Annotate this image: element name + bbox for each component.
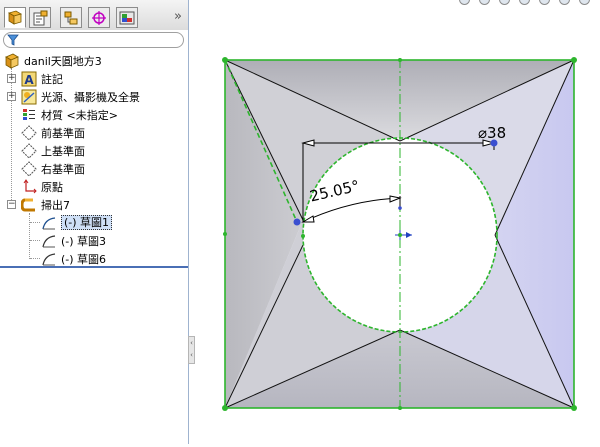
sketch-icon — [41, 251, 57, 267]
tree-subitem-sketch3[interactable]: (-) 草圖3 — [41, 232, 106, 249]
tree-item-label: 原點 — [41, 180, 63, 194]
angle-vertex-point — [398, 206, 402, 210]
dimxpert-icon — [91, 10, 107, 26]
display-manager-icon — [119, 10, 135, 26]
tree-item-label-selected: (-) 草圖1 — [61, 215, 113, 230]
tree-branch — [30, 222, 40, 223]
tree-subitem-sketch1[interactable]: (-) 草圖1 — [41, 214, 113, 231]
tree-branch — [30, 258, 40, 259]
tree-item-lights[interactable]: 光源、攝影機及全景 — [21, 88, 140, 105]
tree-connector-sub — [29, 213, 30, 259]
panel-splitter-handle[interactable]: ‹ ‹ — [188, 336, 195, 364]
tree-item-origin[interactable]: 原點 — [21, 178, 63, 195]
tree-item-front-plane[interactable]: 前基準面 — [21, 124, 85, 141]
tree-item-sweep[interactable]: 掃出7 — [21, 196, 70, 213]
more-tabs-button[interactable]: » — [174, 9, 182, 24]
feature-tree-icon — [7, 10, 23, 26]
tree-item-label: 註記 — [41, 72, 63, 86]
feature-manager-panel: » danil天圓地方3 + A 註記 + 光源、攝影機及全景 材質 <未指定>… — [0, 0, 189, 444]
annotations-icon: A — [21, 71, 37, 87]
tree-item-label: 前基準面 — [41, 126, 85, 140]
tab-feature-manager[interactable] — [4, 7, 26, 28]
diameter-dimension-text[interactable]: ⌀38 — [478, 124, 506, 142]
svg-text:A: A — [24, 73, 34, 87]
tree-subitem-sketch6[interactable]: (-) 草圖6 — [41, 250, 106, 267]
rollback-bar[interactable] — [0, 266, 188, 268]
plane-icon — [21, 160, 37, 177]
tree-item-label: 材質 <未指定> — [41, 108, 118, 122]
tree-item-label: 光源、攝影機及全景 — [41, 90, 140, 104]
tree-item-top-plane[interactable]: 上基準面 — [21, 142, 85, 159]
tree-item-right-plane[interactable]: 右基準面 — [21, 160, 85, 177]
feature-filter-input[interactable] — [3, 32, 184, 48]
tab-property-manager[interactable] — [29, 7, 51, 28]
tab-configuration-manager[interactable] — [60, 7, 82, 28]
expand-annotations-button[interactable]: + — [7, 74, 16, 83]
tree-item-label: (-) 草圖6 — [61, 252, 107, 266]
property-manager-icon — [32, 10, 48, 26]
plane-icon — [21, 142, 37, 159]
tree-root-part[interactable]: danil天圓地方3 — [4, 52, 102, 69]
tree-item-material[interactable]: 材質 <未指定> — [21, 106, 118, 123]
tree-item-label: 右基準面 — [41, 162, 85, 176]
feature-manager-tabs: » — [0, 0, 188, 30]
lights-icon — [21, 89, 37, 105]
material-icon — [21, 107, 37, 123]
angle-handle[interactable] — [293, 218, 301, 226]
part-icon — [4, 53, 20, 69]
tree-connector — [11, 68, 12, 206]
sketch-icon — [41, 215, 57, 231]
tree-item-label: 上基準面 — [41, 144, 85, 158]
expand-lights-button[interactable]: + — [7, 92, 16, 101]
tree-root-label: danil天圓地方3 — [24, 54, 102, 68]
model-view — [222, 57, 577, 411]
tree-item-annotations[interactable]: A 註記 — [21, 70, 63, 87]
funnel-icon — [7, 33, 19, 47]
collapse-sweep-button[interactable]: − — [7, 200, 16, 209]
plane-icon — [21, 124, 37, 141]
tree-item-label: (-) 草圖3 — [61, 234, 107, 248]
tab-display-manager[interactable] — [116, 7, 138, 28]
origin-icon — [21, 178, 37, 195]
configuration-manager-icon — [63, 10, 79, 26]
tree-item-label: 掃出7 — [41, 198, 70, 212]
tab-dimxpert-manager[interactable] — [88, 7, 110, 28]
tree-branch — [30, 240, 40, 241]
sketch-icon — [41, 233, 57, 249]
sweep-icon — [21, 197, 37, 213]
graphics-area[interactable]: ⌀38 25.05° — [196, 0, 600, 444]
